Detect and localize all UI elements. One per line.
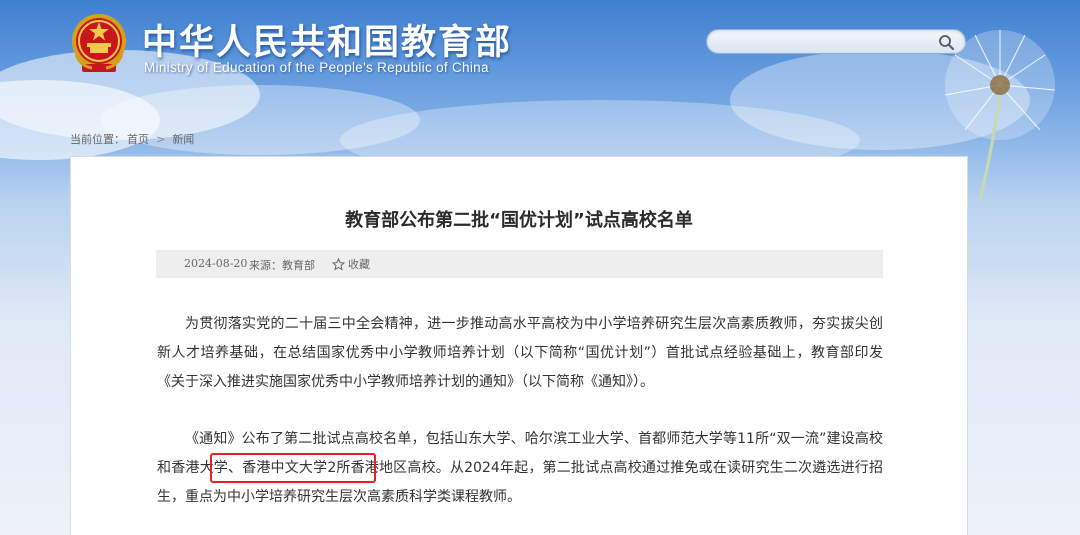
breadcrumb-news-link[interactable]: 新闻 (172, 133, 194, 146)
breadcrumb-home-link[interactable]: 首页 (127, 133, 149, 146)
search-box[interactable] (706, 29, 966, 54)
article-date: 2024-08-20 (184, 257, 248, 270)
site-header: 中华人民共和国教育部 Ministry of Education of the … (0, 0, 1080, 200)
favorite-label: 收藏 (348, 258, 370, 271)
national-emblem-icon (72, 14, 126, 72)
article-paragraph: 《通知》公布了第二批试点高校名单，包括山东大学、哈尔滨工业大学、首都师范大学等1… (157, 431, 883, 505)
article-card: 教育部公布第二批“国优计划”试点高校名单 2024-08-20 来源： 教育部 … (70, 156, 968, 535)
site-title: 中华人民共和国教育部 (142, 23, 513, 63)
article-source-label: 来源： (249, 259, 282, 272)
breadcrumb-separator: > (156, 133, 166, 146)
article-paragraph: 为贯彻落实党的二十届三中全会精神，进一步推动高水平高校为中小学培养研究生层次高素… (157, 316, 883, 390)
article-source: 教育部 (282, 259, 315, 272)
article-title: 教育部公布第二批“国优计划”试点高校名单 (345, 210, 693, 231)
site-subtitle: Ministry of Education of the People's Re… (144, 60, 489, 75)
breadcrumb: 当前位置： 首页 > 新闻 (70, 131, 194, 147)
favorite-button[interactable]: 收藏 (332, 256, 370, 272)
breadcrumb-label: 当前位置： (70, 133, 125, 146)
article-meta-bar: 2024-08-20 来源： 教育部 收藏 (156, 250, 883, 278)
star-icon (332, 257, 345, 271)
search-icon[interactable] (938, 34, 955, 51)
search-input[interactable] (719, 33, 929, 51)
